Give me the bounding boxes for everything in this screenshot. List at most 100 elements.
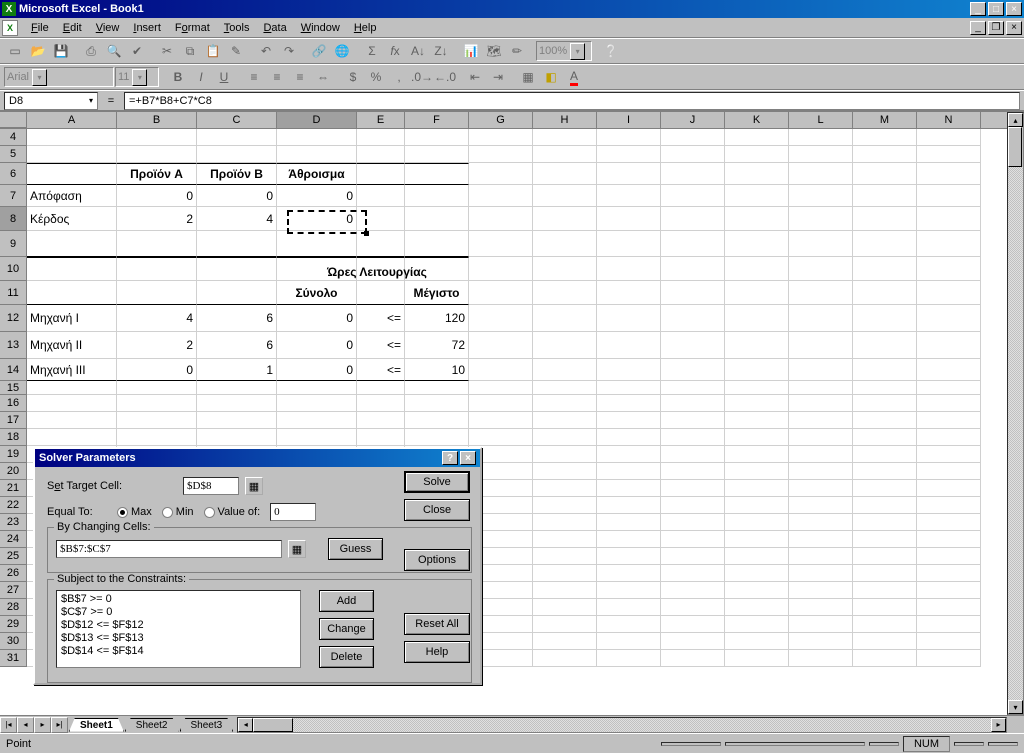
cell-G12[interactable] <box>469 305 533 332</box>
changing-cells-input[interactable] <box>56 540 282 558</box>
cell-I23[interactable] <box>597 514 661 531</box>
cell-N23[interactable] <box>917 514 981 531</box>
constraints-listbox[interactable]: $B$7 >= 0$C$7 >= 0$D$12 <= $F$12$D$13 <=… <box>56 590 301 668</box>
cell-B6[interactable]: Προϊόν A <box>117 163 197 185</box>
cell-F15[interactable] <box>405 381 469 395</box>
cell-K28[interactable] <box>725 599 789 616</box>
cell-H12[interactable] <box>533 305 597 332</box>
cell-G6[interactable] <box>469 163 533 185</box>
cell-I13[interactable] <box>597 332 661 359</box>
cell-K5[interactable] <box>725 146 789 163</box>
cell-D17[interactable] <box>277 412 357 429</box>
colhdr-L[interactable]: L <box>789 112 853 128</box>
rowhdr-22[interactable]: 22 <box>0 497 27 514</box>
cell-A13[interactable]: Μηχανή II <box>27 332 117 359</box>
cell-H6[interactable] <box>533 163 597 185</box>
comma-button[interactable]: , <box>388 66 410 88</box>
cell-N31[interactable] <box>917 650 981 667</box>
font-combo[interactable]: Arial▾ <box>4 67 114 87</box>
format-painter-button[interactable]: ✎ <box>225 40 247 62</box>
cell-F18[interactable] <box>405 429 469 446</box>
colhdr-M[interactable]: M <box>853 112 917 128</box>
cell-K24[interactable] <box>725 531 789 548</box>
fill-handle[interactable] <box>364 231 369 236</box>
cell-M9[interactable] <box>853 231 917 257</box>
cell-L14[interactable] <box>789 359 853 381</box>
bold-button[interactable]: B <box>167 66 189 88</box>
cell-J21[interactable] <box>661 480 725 497</box>
solve-button[interactable]: Solve <box>404 471 470 493</box>
cell-M28[interactable] <box>853 599 917 616</box>
increase-indent-button[interactable]: ⇥ <box>487 66 509 88</box>
cell-G16[interactable] <box>469 395 533 412</box>
cell-C15[interactable] <box>197 381 277 395</box>
cell-E8[interactable] <box>357 207 405 231</box>
target-cell-refselect[interactable]: ▦ <box>245 477 263 495</box>
rowhdr-26[interactable]: 26 <box>0 565 27 582</box>
cell-L13[interactable] <box>789 332 853 359</box>
cell-N25[interactable] <box>917 548 981 565</box>
cell-L22[interactable] <box>789 497 853 514</box>
cell-K8[interactable] <box>725 207 789 231</box>
cell-G18[interactable] <box>469 429 533 446</box>
cell-M4[interactable] <box>853 129 917 146</box>
scroll-left-button[interactable]: ◂ <box>238 718 253 732</box>
cell-M30[interactable] <box>853 633 917 650</box>
scroll-down-button[interactable]: ▾ <box>1008 700 1023 714</box>
rowhdr-6[interactable]: 6 <box>0 163 27 185</box>
cell-B16[interactable] <box>117 395 197 412</box>
close-button[interactable]: × <box>1006 2 1022 16</box>
cell-M15[interactable] <box>853 381 917 395</box>
cell-M29[interactable] <box>853 616 917 633</box>
cell-I19[interactable] <box>597 446 661 463</box>
cell-C8[interactable]: 4 <box>197 207 277 231</box>
cell-D18[interactable] <box>277 429 357 446</box>
cell-K12[interactable] <box>725 305 789 332</box>
cell-J29[interactable] <box>661 616 725 633</box>
cell-D13[interactable]: 0 <box>277 332 357 359</box>
cell-N20[interactable] <box>917 463 981 480</box>
cell-B13[interactable]: 2 <box>117 332 197 359</box>
cell-N11[interactable] <box>917 281 981 305</box>
dialog-titlebar[interactable]: Solver Parameters ? × <box>35 449 480 467</box>
colhdr-I[interactable]: I <box>597 112 661 128</box>
cell-K25[interactable] <box>725 548 789 565</box>
cell-D10[interactable] <box>277 257 357 281</box>
cell-G15[interactable] <box>469 381 533 395</box>
delete-button[interactable]: Delete <box>319 646 374 668</box>
cell-J11[interactable] <box>661 281 725 305</box>
cell-N21[interactable] <box>917 480 981 497</box>
cell-M25[interactable] <box>853 548 917 565</box>
menu-tools[interactable]: Tools <box>217 20 257 36</box>
rowhdr-19[interactable]: 19 <box>0 446 27 463</box>
colhdr-J[interactable]: J <box>661 112 725 128</box>
cell-M18[interactable] <box>853 429 917 446</box>
cell-D4[interactable] <box>277 129 357 146</box>
cell-B12[interactable]: 4 <box>117 305 197 332</box>
cell-C14[interactable]: 1 <box>197 359 277 381</box>
cell-L6[interactable] <box>789 163 853 185</box>
cell-F13[interactable]: 72 <box>405 332 469 359</box>
cell-E16[interactable] <box>357 395 405 412</box>
cell-G11[interactable] <box>469 281 533 305</box>
cell-L7[interactable] <box>789 185 853 207</box>
cell-A9[interactable] <box>27 231 117 257</box>
colhdr-E[interactable]: E <box>357 112 405 128</box>
colhdr-A[interactable]: A <box>27 112 117 128</box>
cell-L9[interactable] <box>789 231 853 257</box>
rowhdr-11[interactable]: 11 <box>0 281 27 305</box>
cell-A5[interactable] <box>27 146 117 163</box>
cell-M8[interactable] <box>853 207 917 231</box>
cell-M7[interactable] <box>853 185 917 207</box>
cell-H23[interactable] <box>533 514 597 531</box>
cell-K29[interactable] <box>725 616 789 633</box>
cell-N8[interactable] <box>917 207 981 231</box>
cell-I16[interactable] <box>597 395 661 412</box>
cell-L28[interactable] <box>789 599 853 616</box>
cell-A16[interactable] <box>27 395 117 412</box>
cell-K19[interactable] <box>725 446 789 463</box>
colhdr-N[interactable]: N <box>917 112 981 128</box>
cell-I17[interactable] <box>597 412 661 429</box>
cell-A7[interactable]: Απόφαση <box>27 185 117 207</box>
cell-F4[interactable] <box>405 129 469 146</box>
